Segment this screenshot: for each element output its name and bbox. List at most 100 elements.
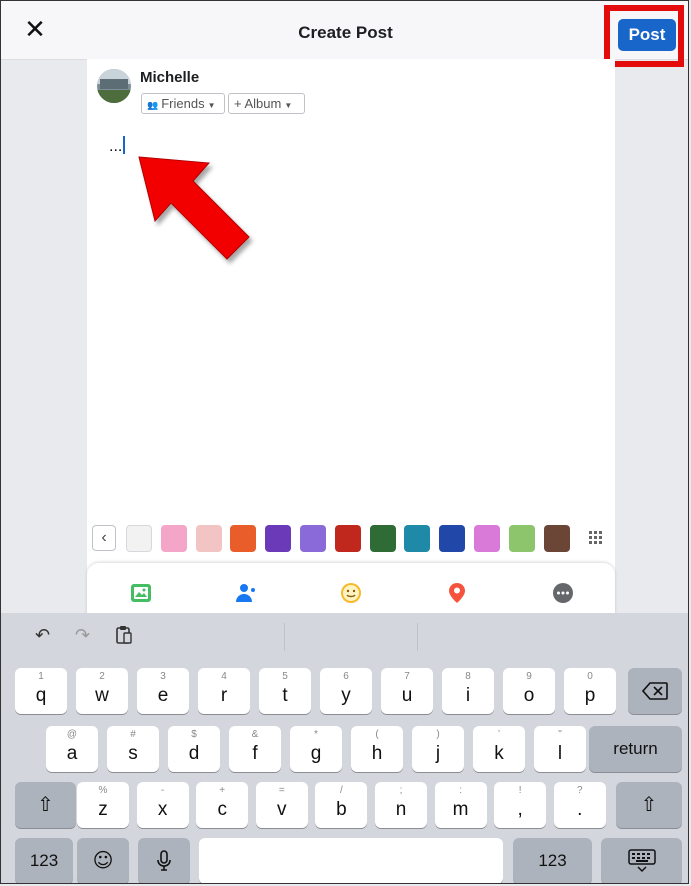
check-in-icon[interactable] (445, 581, 469, 605)
key-alt-label: / (340, 785, 343, 796)
key-alt-label: + (219, 785, 226, 796)
key-label: j (435, 743, 441, 764)
key-c[interactable]: + c (196, 782, 249, 828)
numbers-key-left[interactable]: 123 (15, 838, 73, 883)
key-alt-label: 6 (343, 671, 349, 682)
caret-down-icon: ▼ (207, 101, 216, 110)
background-swatch-red-heart[interactable] (334, 525, 361, 552)
redo-icon[interactable]: ↷ (75, 625, 90, 646)
chevron-left-icon[interactable]: ‹ (92, 525, 116, 551)
key-label: y (341, 685, 351, 706)
key-label: h (371, 743, 383, 764)
shift-key-left[interactable]: ⇧ (15, 782, 76, 828)
key-s[interactable]: # s (107, 726, 159, 772)
key-y[interactable]: 6y (320, 668, 372, 714)
key-l[interactable]: " l (534, 726, 586, 772)
key-label: s (128, 743, 138, 764)
hide-keyboard-key[interactable] (601, 838, 682, 883)
key-p[interactable]: 0p (564, 668, 616, 714)
key-i[interactable]: 8i (442, 668, 494, 714)
numbers-key-right[interactable]: 123 (513, 838, 592, 883)
key-h[interactable]: (h (351, 726, 403, 772)
feeling-icon[interactable] (339, 581, 363, 605)
key-label: d (188, 743, 200, 764)
background-swatch-green-pattern[interactable] (369, 525, 396, 552)
background-swatch-light-pink[interactable] (195, 525, 222, 552)
background-swatch-orange[interactable] (230, 525, 257, 552)
photo-icon[interactable] (129, 581, 153, 605)
background-swatch-purple-pattern[interactable] (265, 525, 292, 552)
backspace-icon (642, 682, 668, 700)
key-b[interactable]: / b (315, 782, 368, 828)
key-w[interactable]: 2w (76, 668, 128, 714)
key-v[interactable]: = v (255, 782, 308, 828)
shift-icon: ⇧ (640, 792, 658, 816)
background-swatch-violet[interactable] (300, 525, 326, 552)
top-bar: ✕ Create Post (1, 1, 688, 60)
key-label: z (98, 799, 108, 820)
key-alt-label: 1 (38, 671, 44, 682)
key-alt-label: 8 (465, 671, 471, 682)
post-button[interactable]: Post (618, 19, 676, 51)
key-alt-label: 3 (160, 671, 166, 682)
shift-key-right[interactable]: ⇧ (616, 782, 682, 828)
key-a[interactable]: @ a (46, 726, 98, 772)
keyboard-hide-icon (628, 849, 656, 873)
key-alt-label: ( (375, 729, 379, 740)
background-swatch-blue-orb[interactable] (439, 525, 466, 552)
key-label: . (577, 799, 583, 820)
dictation-key[interactable] (138, 838, 190, 883)
key-alt-label: ’ (497, 729, 501, 740)
key-period[interactable]: ?. (553, 782, 606, 828)
grid-icon[interactable] (585, 527, 607, 549)
audience-selector[interactable]: 👥 Friends ▼ (141, 93, 225, 114)
key-u[interactable]: 7u (381, 668, 433, 714)
undo-icon[interactable]: ↶ (35, 625, 50, 646)
more-icon[interactable] (551, 581, 575, 605)
key-x[interactable]: -x (136, 782, 189, 828)
key-m[interactable]: :m (434, 782, 487, 828)
key-n[interactable]: ; n (375, 782, 427, 828)
key-e[interactable]: 3e (137, 668, 189, 714)
key-f[interactable]: & f (229, 726, 281, 772)
key-label: t (282, 685, 288, 706)
background-swatch-avocado[interactable] (508, 525, 535, 552)
key-alt-label: : (459, 785, 462, 796)
backspace-key[interactable] (628, 668, 682, 714)
key-label: x (157, 799, 168, 820)
key-k[interactable]: ’ k (473, 726, 525, 772)
key-comma[interactable]: !, (494, 782, 547, 828)
key-alt-label: ? (577, 785, 583, 796)
key-label: n (395, 799, 407, 820)
key-z[interactable]: % z (77, 782, 129, 828)
app-frame: ✕ Create Post Post Michelle 👥 Friends ▼ + … (0, 0, 689, 884)
key-label: a (66, 743, 78, 764)
post-text-input[interactable]: ... (109, 136, 126, 156)
key-alt-label: # (130, 729, 136, 740)
background-swatch-plain-white[interactable] (126, 525, 152, 552)
background-swatch-watermelon[interactable] (474, 525, 500, 552)
tag-people-icon[interactable] (234, 581, 258, 605)
key-label: i (465, 685, 471, 706)
key-d[interactable]: $ d (168, 726, 220, 772)
key-alt-label: ! (518, 785, 522, 796)
annotation-arrow (138, 156, 250, 260)
background-swatch-teal-pattern[interactable] (404, 525, 431, 552)
key-j[interactable]: ) j (412, 726, 464, 772)
key-o[interactable]: 9o (503, 668, 555, 714)
key-t[interactable]: 5t (259, 668, 311, 714)
clipboard-icon[interactable] (115, 625, 133, 645)
space-key[interactable] (199, 838, 503, 883)
key-r[interactable]: 4r (198, 668, 250, 714)
background-swatch-pink-donut[interactable] (160, 525, 187, 552)
key-alt-label: ) (436, 729, 440, 740)
key-label: g (310, 743, 322, 764)
emoji-key[interactable]: ☺ (77, 838, 129, 883)
key-label: c (217, 799, 227, 820)
return-key[interactable]: return (589, 726, 682, 772)
avatar[interactable] (97, 69, 131, 103)
key-g[interactable]: * g (290, 726, 342, 772)
background-swatch-brown-emoji[interactable] (543, 525, 570, 552)
key-q[interactable]: 1q (15, 668, 67, 714)
album-selector[interactable]: + Album ▼ (228, 93, 305, 114)
